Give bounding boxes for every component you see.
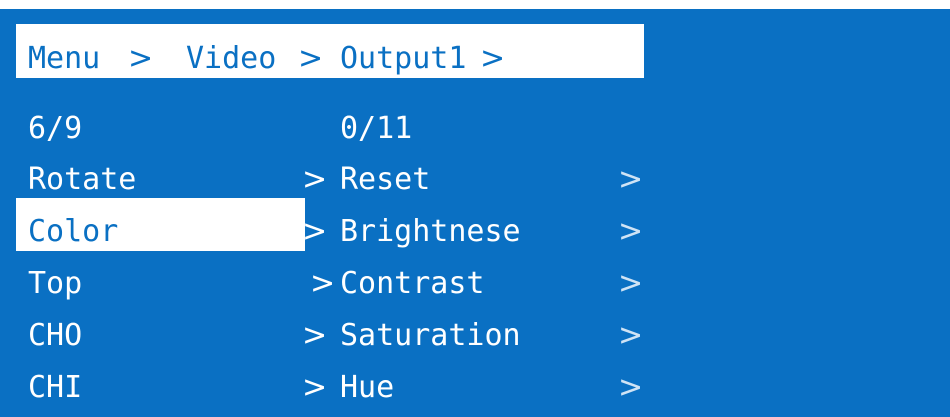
chevron-right-icon: > (302, 370, 328, 405)
menu-item-chi[interactable]: CHI (28, 371, 82, 405)
menu-item-top[interactable]: Top (28, 267, 82, 301)
breadcrumb-chevron-icon: > (480, 41, 506, 76)
submenu-item-contrast[interactable]: Contrast (340, 267, 485, 301)
chevron-right-icon: > (618, 318, 644, 353)
menu-item-cho[interactable]: CHO (28, 319, 82, 353)
chevron-right-icon: > (302, 318, 328, 353)
breadcrumb-chevron-icon: > (128, 41, 154, 76)
chevron-right-icon: > (618, 370, 644, 405)
chevron-right-icon: > (302, 214, 328, 249)
right-column-counter: 0/11 (340, 111, 413, 146)
breadcrumb-menu[interactable]: Menu (28, 42, 100, 76)
chevron-right-icon: > (618, 162, 644, 197)
submenu-item-hue[interactable]: Hue (340, 371, 394, 405)
chevron-right-icon: > (310, 266, 336, 301)
breadcrumb-output1[interactable]: Output1 (340, 42, 466, 76)
menu-item-color[interactable]: Color (28, 215, 118, 249)
submenu-item-reset[interactable]: Reset (340, 163, 430, 197)
breadcrumb-video[interactable]: Video (186, 42, 276, 76)
chevron-right-icon: > (618, 214, 644, 249)
chevron-right-icon: > (618, 266, 644, 301)
breadcrumb-chevron-icon: > (298, 41, 324, 76)
menu-item-rotate[interactable]: Rotate (28, 163, 136, 197)
chevron-right-icon: > (302, 162, 328, 197)
submenu-item-saturation[interactable]: Saturation (340, 319, 521, 353)
left-column-counter: 6/9 (28, 111, 83, 146)
submenu-item-brightnese[interactable]: Brightnese (340, 215, 521, 249)
breadcrumb (16, 24, 644, 78)
